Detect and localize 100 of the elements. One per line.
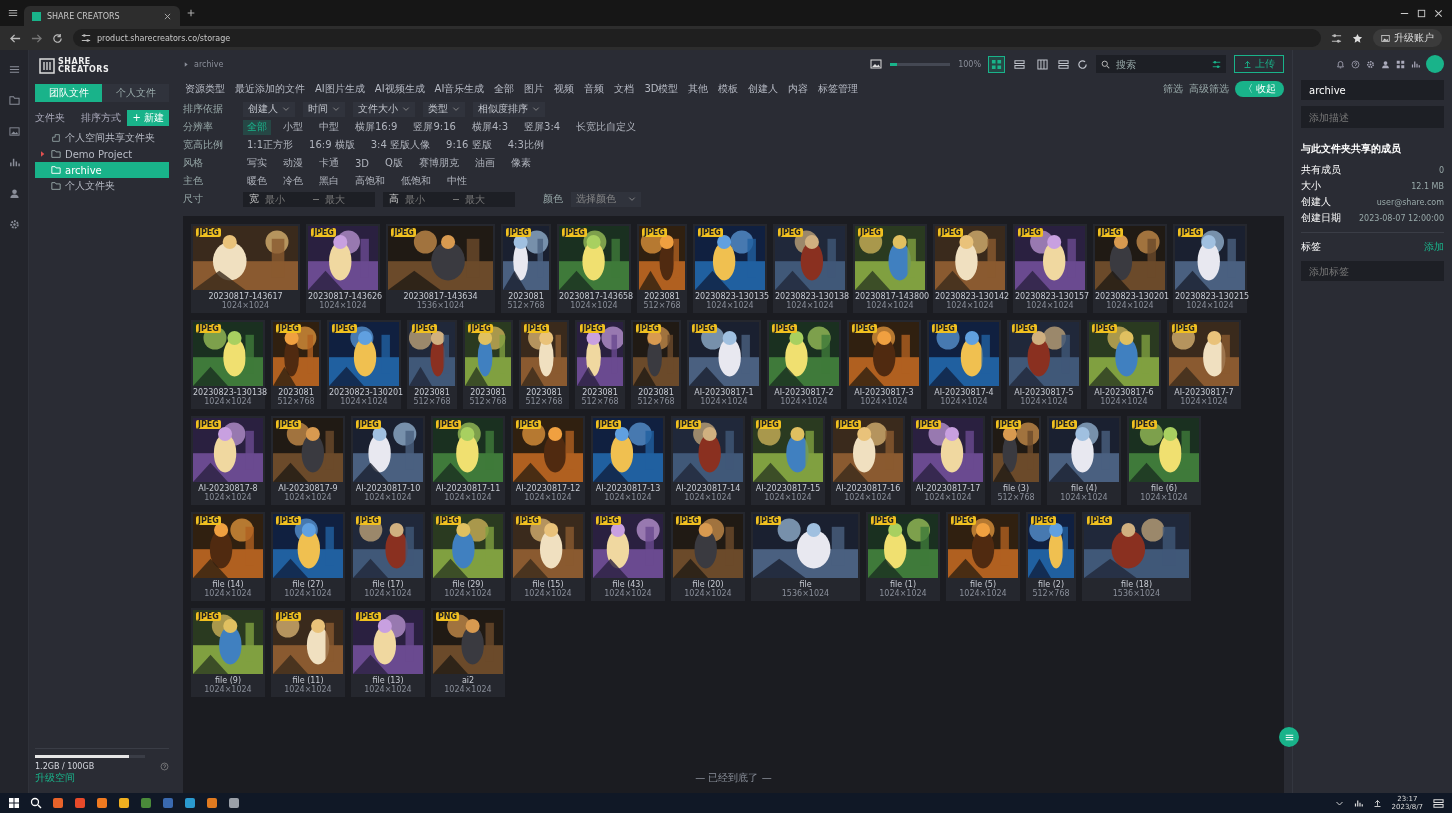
filter-chip[interactable]: 小型 [279, 119, 307, 135]
filter-chip[interactable]: 像素 [506, 155, 535, 171]
filter-chip[interactable]: 3D [351, 155, 374, 171]
asset-card[interactable]: JPEG file (29) 1024×1024 [431, 512, 505, 601]
folder-icon[interactable] [8, 95, 20, 106]
filter-chip[interactable]: 冷色 [279, 173, 307, 189]
filter-tab[interactable]: AI音乐生成 [432, 82, 487, 96]
asset-card[interactable]: JPEG file 1536×1024 [751, 512, 860, 601]
folder-item[interactable]: 个人文件夹 [35, 178, 169, 194]
filter-tab[interactable]: 模板 [716, 82, 741, 96]
app-icon[interactable] [96, 797, 108, 809]
asset-card[interactable]: JPEG file (43) 1024×1024 [591, 512, 665, 601]
filter-tab[interactable]: 音频 [582, 82, 607, 96]
color-dropdown[interactable]: 选择颜色 [571, 191, 641, 207]
user-icon[interactable] [1381, 59, 1390, 69]
asset-card[interactable]: JPEG AI-20230817-17 1024×1024 [911, 416, 985, 505]
filter-chip[interactable]: 4:3比例 [503, 137, 548, 153]
app-icon[interactable] [52, 797, 64, 809]
dropdown[interactable]: 创建人 [243, 101, 295, 117]
asset-card[interactable]: JPEG 20230823-130135 1024×1024 [693, 224, 767, 313]
tab-menu-icon[interactable] [8, 8, 18, 18]
range-field[interactable]: 最小 [263, 192, 309, 206]
app-icon[interactable] [140, 797, 152, 809]
chart-icon[interactable] [1411, 59, 1420, 69]
filter-link[interactable]: 筛选 [1162, 82, 1183, 96]
asset-card[interactable]: JPEG file (5) 1024×1024 [946, 512, 1020, 601]
add-tag-link[interactable]: 添加 [1424, 240, 1444, 254]
filter-chip[interactable]: 竖屏9:16 [409, 119, 460, 135]
filter-chip[interactable]: 中型 [315, 119, 343, 135]
filter-tab[interactable]: 图片 [522, 82, 547, 96]
dropdown[interactable]: 相似度排序 [473, 101, 545, 117]
dropdown[interactable]: 类型 [423, 101, 465, 117]
asset-card[interactable]: JPEG 20230823-130138 1024×1024 [191, 320, 265, 409]
asset-card[interactable]: JPEG AI-20230817-15 1024×1024 [751, 416, 825, 505]
filter-link[interactable]: 高级筛选 [1188, 82, 1229, 96]
filter-chip[interactable]: 赛博朋克 [414, 155, 463, 171]
asset-card[interactable]: JPEG 2023081 512×768 [407, 320, 457, 409]
image-icon[interactable] [8, 126, 20, 137]
new-tab-icon[interactable] [186, 8, 196, 18]
filter-chip[interactable]: 横屏4:3 [467, 119, 513, 135]
filter-chip[interactable]: 油画 [470, 155, 499, 171]
grid-icon[interactable] [1396, 59, 1405, 69]
menu-icon[interactable] [8, 64, 20, 75]
filter-tab[interactable]: 最近添加的文件 [233, 82, 307, 96]
filter-tab[interactable]: 3D模型 [642, 82, 681, 96]
name-box[interactable]: archive [1301, 80, 1444, 100]
asset-card[interactable]: JPEG file (13) 1024×1024 [351, 608, 425, 697]
tab[interactable]: 个人文件 [102, 84, 169, 102]
dropdown[interactable]: 时间 [303, 101, 345, 117]
asset-card[interactable]: JPEG 2023081 512×768 [631, 320, 681, 409]
filter-chip[interactable]: 写实 [243, 155, 271, 171]
folder-item[interactable]: Demo Project [35, 146, 169, 162]
filter-chip[interactable]: 3:4 竖版人像 [366, 137, 434, 153]
back-icon[interactable] [10, 32, 21, 44]
asset-card[interactable]: JPEG 20230817-143634 1536×1024 [386, 224, 495, 313]
asset-card[interactable]: JPEG 20230817-143626 1024×1024 [306, 224, 380, 313]
description-field[interactable]: 添加描述 [1307, 110, 1438, 124]
asset-card[interactable]: JPEG 20230823-130142 1024×1024 [933, 224, 1007, 313]
refresh-icon[interactable] [1077, 58, 1088, 70]
filter-chip[interactable]: 低饱和 [397, 173, 435, 189]
asset-card[interactable]: JPEG AI-20230817-4 1024×1024 [927, 320, 1001, 409]
maximize-icon[interactable] [1416, 7, 1427, 19]
filter-tab[interactable]: 其他 [686, 82, 711, 96]
app-icon[interactable] [118, 797, 130, 809]
asset-card[interactable]: JPEG 20230823-130201 1024×1024 [1093, 224, 1167, 313]
filter-chip[interactable]: 高饱和 [351, 173, 389, 189]
asset-card[interactable]: JPEG AI-20230817-2 1024×1024 [767, 320, 841, 409]
search-field[interactable]: 搜索 [1114, 57, 1208, 71]
range-field[interactable]: 最小 [403, 192, 449, 206]
filter-tab[interactable]: AI视频生成 [372, 82, 427, 96]
asset-card[interactable]: PNG ai2 1024×1024 [431, 608, 505, 697]
upload-button[interactable]: 上传 [1234, 55, 1284, 73]
chat-button[interactable] [1279, 727, 1299, 747]
settings-icon[interactable] [1331, 32, 1342, 44]
forward-icon[interactable] [31, 32, 42, 44]
browser-tab[interactable]: SHARE CREATORS [24, 6, 180, 26]
range-field[interactable]: 最大 [323, 192, 369, 206]
tag-box[interactable]: 添加标签 [1301, 261, 1444, 281]
asset-card[interactable]: JPEG file (18) 1536×1024 [1082, 512, 1191, 601]
user-icon[interactable] [8, 188, 20, 199]
settings-icon[interactable] [8, 219, 20, 230]
avatar[interactable] [1426, 55, 1444, 73]
asset-card[interactable]: JPEG AI-20230817-11 1024×1024 [431, 416, 505, 505]
upgrade-link[interactable]: 升级空间 [35, 772, 75, 783]
app-icon[interactable] [184, 797, 196, 809]
range-field[interactable]: 最大 [463, 192, 509, 206]
asset-card[interactable]: JPEG file (15) 1024×1024 [511, 512, 585, 601]
asset-card[interactable]: JPEG AI-20230817-8 1024×1024 [191, 416, 265, 505]
asset-card[interactable]: JPEG 20230817-143800 1024×1024 [853, 224, 927, 313]
asset-card[interactable]: JPEG AI-20230817-9 1024×1024 [271, 416, 345, 505]
asset-card[interactable]: JPEG 2023081 512×768 [637, 224, 687, 313]
app-icon[interactable] [74, 797, 86, 809]
asset-card[interactable]: JPEG file (1) 1024×1024 [866, 512, 940, 601]
asset-card[interactable]: JPEG file (14) 1024×1024 [191, 512, 265, 601]
dropdown[interactable]: 文件大小 [353, 101, 415, 117]
app-icon[interactable] [228, 797, 240, 809]
help-icon[interactable] [1351, 59, 1360, 69]
filter-chip[interactable]: 1:1正方形 [243, 137, 298, 153]
search-icon[interactable] [30, 797, 42, 809]
close-icon[interactable] [163, 11, 172, 21]
